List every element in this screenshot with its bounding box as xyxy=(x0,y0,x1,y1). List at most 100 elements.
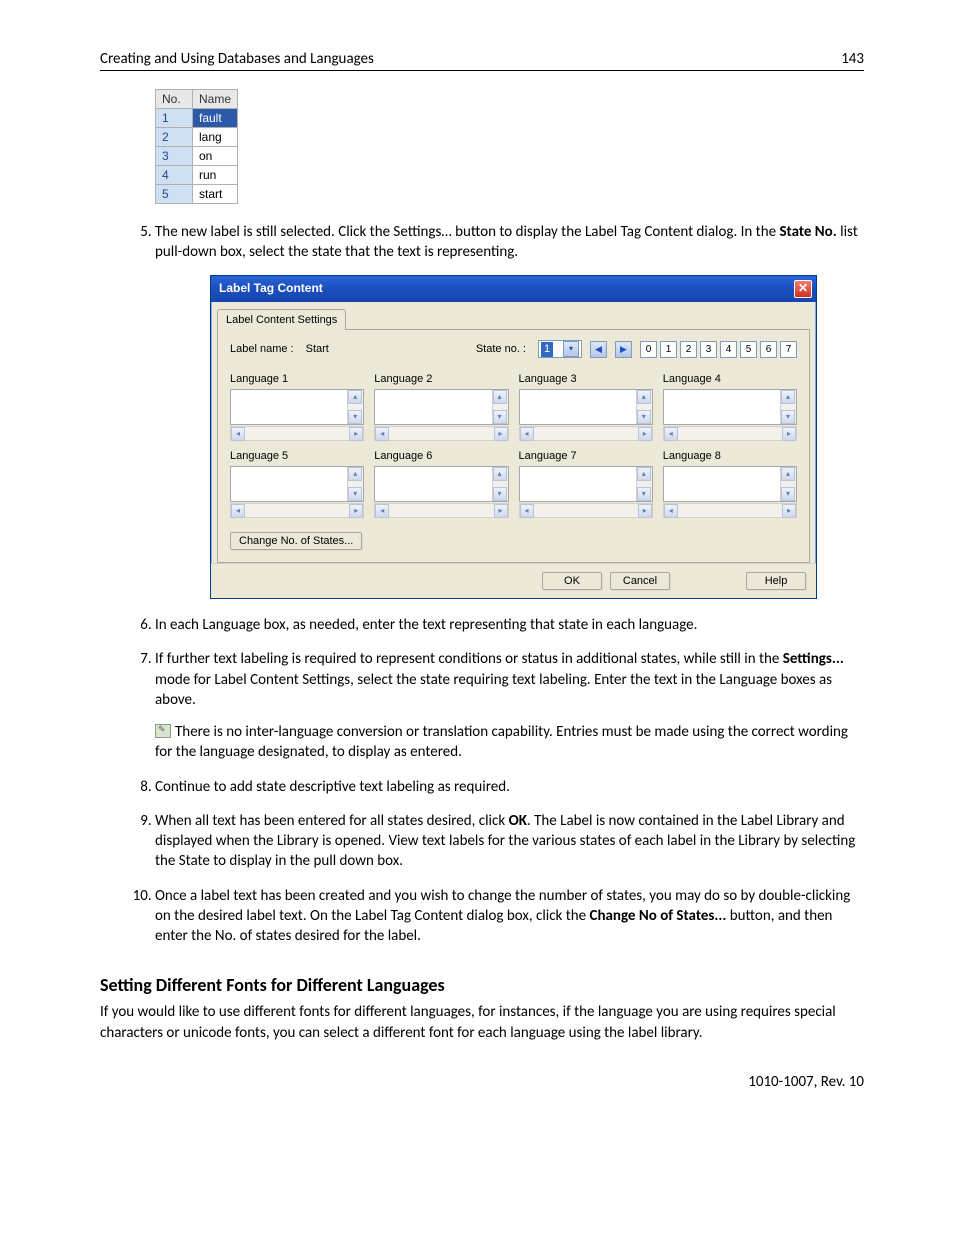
language-label: Language 7 xyxy=(519,449,653,464)
chevron-up-icon[interactable]: ▴ xyxy=(637,390,651,404)
language-cell: Language 8 ▴▾ ◂▸ xyxy=(663,449,797,518)
state-num-button[interactable]: 5 xyxy=(740,341,757,358)
chevron-up-icon[interactable]: ▴ xyxy=(348,467,362,481)
header-title: Creating and Using Databases and Languag… xyxy=(100,50,374,68)
language-textarea[interactable]: ▴▾ xyxy=(663,466,797,502)
help-button[interactable]: Help xyxy=(746,572,806,590)
language-textarea[interactable]: ▴▾ xyxy=(519,466,653,502)
chevron-left-icon[interactable]: ◂ xyxy=(375,504,389,518)
chevron-down-icon[interactable]: ▾ xyxy=(348,487,362,501)
chevron-down-icon[interactable]: ▾ xyxy=(348,410,362,424)
chevron-up-icon[interactable]: ▴ xyxy=(781,467,795,481)
scrollbar-vertical[interactable]: ▴▾ xyxy=(636,390,652,424)
chevron-down-icon[interactable]: ▾ xyxy=(781,487,795,501)
state-number-row: 0 1 2 3 4 5 6 7 xyxy=(640,341,797,358)
chevron-left-icon[interactable]: ◂ xyxy=(375,427,389,441)
table-row[interactable]: 1 fault xyxy=(156,109,238,128)
language-textarea[interactable]: ▴▾ xyxy=(519,389,653,425)
table-row[interactable]: 3 on xyxy=(156,147,238,166)
next-state-button[interactable]: ▶ xyxy=(615,341,632,358)
chevron-down-icon[interactable]: ▾ xyxy=(637,487,651,501)
stateno-dropdown[interactable]: 1 ▾ xyxy=(538,340,582,358)
chevron-right-icon[interactable]: ▸ xyxy=(782,504,796,518)
tab-label-content-settings[interactable]: Label Content Settings xyxy=(217,309,346,331)
state-num-button[interactable]: 0 xyxy=(640,341,657,358)
scrollbar-horizontal[interactable]: ◂▸ xyxy=(374,503,508,518)
table-row[interactable]: 5 start xyxy=(156,185,238,204)
scrollbar-horizontal[interactable]: ◂▸ xyxy=(519,426,653,441)
chevron-up-icon[interactable]: ▴ xyxy=(637,467,651,481)
chevron-right-icon[interactable]: ▸ xyxy=(494,504,508,518)
language-textarea[interactable]: ▴▾ xyxy=(230,389,364,425)
scrollbar-horizontal[interactable]: ◂▸ xyxy=(230,426,364,441)
note-text: There is no inter-language conversion or… xyxy=(155,723,848,761)
state-num-button[interactable]: 7 xyxy=(780,341,797,358)
scrollbar-vertical[interactable]: ▴▾ xyxy=(347,467,363,501)
scrollbar-horizontal[interactable]: ◂▸ xyxy=(230,503,364,518)
language-label: Language 8 xyxy=(663,449,797,464)
chevron-up-icon[interactable]: ▴ xyxy=(493,467,507,481)
language-label: Language 2 xyxy=(374,372,508,387)
language-label: Language 3 xyxy=(519,372,653,387)
step-7: If further text labeling is required to … xyxy=(155,649,864,762)
scrollbar-vertical[interactable]: ▴▾ xyxy=(780,390,796,424)
chevron-right-icon[interactable]: ▸ xyxy=(349,504,363,518)
language-label: Language 4 xyxy=(663,372,797,387)
chevron-down-icon[interactable]: ▾ xyxy=(637,410,651,424)
chevron-right-icon[interactable]: ▸ xyxy=(782,427,796,441)
language-textarea[interactable]: ▴▾ xyxy=(374,389,508,425)
prev-state-button[interactable]: ◀ xyxy=(590,341,607,358)
scrollbar-horizontal[interactable]: ◂▸ xyxy=(374,426,508,441)
scrollbar-vertical[interactable]: ▴▾ xyxy=(492,467,508,501)
chevron-left-icon[interactable]: ◂ xyxy=(231,504,245,518)
scrollbar-horizontal[interactable]: ◂▸ xyxy=(663,503,797,518)
language-textarea[interactable]: ▴▾ xyxy=(374,466,508,502)
ok-button[interactable]: OK xyxy=(542,572,602,590)
chevron-left-icon[interactable]: ◂ xyxy=(520,427,534,441)
cell-name: lang xyxy=(193,128,238,147)
table-row[interactable]: 4 run xyxy=(156,166,238,185)
chevron-left-icon[interactable]: ◂ xyxy=(520,504,534,518)
chevron-left-icon[interactable]: ◂ xyxy=(231,427,245,441)
chevron-left-icon[interactable]: ◂ xyxy=(664,427,678,441)
chevron-right-icon[interactable]: ▸ xyxy=(494,427,508,441)
state-num-button[interactable]: 6 xyxy=(760,341,777,358)
chevron-up-icon[interactable]: ▴ xyxy=(348,390,362,404)
cell-no: 5 xyxy=(156,185,193,204)
chevron-right-icon[interactable]: ▸ xyxy=(638,504,652,518)
scrollbar-vertical[interactable]: ▴▾ xyxy=(492,390,508,424)
chevron-left-icon[interactable]: ◂ xyxy=(664,504,678,518)
step-10: Once a label text has been created and y… xyxy=(155,886,864,947)
language-cell: Language 1 ▴▾ ◂▸ xyxy=(230,372,364,441)
chevron-down-icon[interactable]: ▾ xyxy=(493,410,507,424)
scrollbar-horizontal[interactable]: ◂▸ xyxy=(663,426,797,441)
dialog-titlebar[interactable]: Label Tag Content ✕ xyxy=(211,276,816,302)
col-name: Name xyxy=(193,90,238,109)
labelname-value: Start xyxy=(306,342,329,357)
chevron-up-icon[interactable]: ▴ xyxy=(781,390,795,404)
dialog-button-bar: OK Cancel Help xyxy=(211,563,816,598)
change-no-of-states-button[interactable]: Change No. of States... xyxy=(230,532,362,550)
section-body: If you would like to use different fonts… xyxy=(100,1002,864,1043)
cancel-button[interactable]: Cancel xyxy=(610,572,670,590)
chevron-down-icon[interactable]: ▾ xyxy=(563,341,579,357)
chevron-up-icon[interactable]: ▴ xyxy=(493,390,507,404)
state-num-button[interactable]: 4 xyxy=(720,341,737,358)
chevron-right-icon[interactable]: ▸ xyxy=(349,427,363,441)
chevron-right-icon[interactable]: ▸ xyxy=(638,427,652,441)
close-icon[interactable]: ✕ xyxy=(794,280,812,298)
state-num-button[interactable]: 3 xyxy=(700,341,717,358)
chevron-down-icon[interactable]: ▾ xyxy=(781,410,795,424)
scrollbar-vertical[interactable]: ▴▾ xyxy=(780,467,796,501)
table-row[interactable]: 2 lang xyxy=(156,128,238,147)
scrollbar-vertical[interactable]: ▴▾ xyxy=(347,390,363,424)
language-grid: Language 1 ▴▾ ◂▸ Language 2 ▴▾ ◂▸ xyxy=(230,372,797,518)
scrollbar-horizontal[interactable]: ◂▸ xyxy=(519,503,653,518)
state-num-button[interactable]: 2 xyxy=(680,341,697,358)
state-num-button[interactable]: 1 xyxy=(660,341,677,358)
chevron-down-icon[interactable]: ▾ xyxy=(493,487,507,501)
language-textarea[interactable]: ▴▾ xyxy=(230,466,364,502)
scrollbar-vertical[interactable]: ▴▾ xyxy=(636,467,652,501)
language-label: Language 6 xyxy=(374,449,508,464)
language-textarea[interactable]: ▴▾ xyxy=(663,389,797,425)
